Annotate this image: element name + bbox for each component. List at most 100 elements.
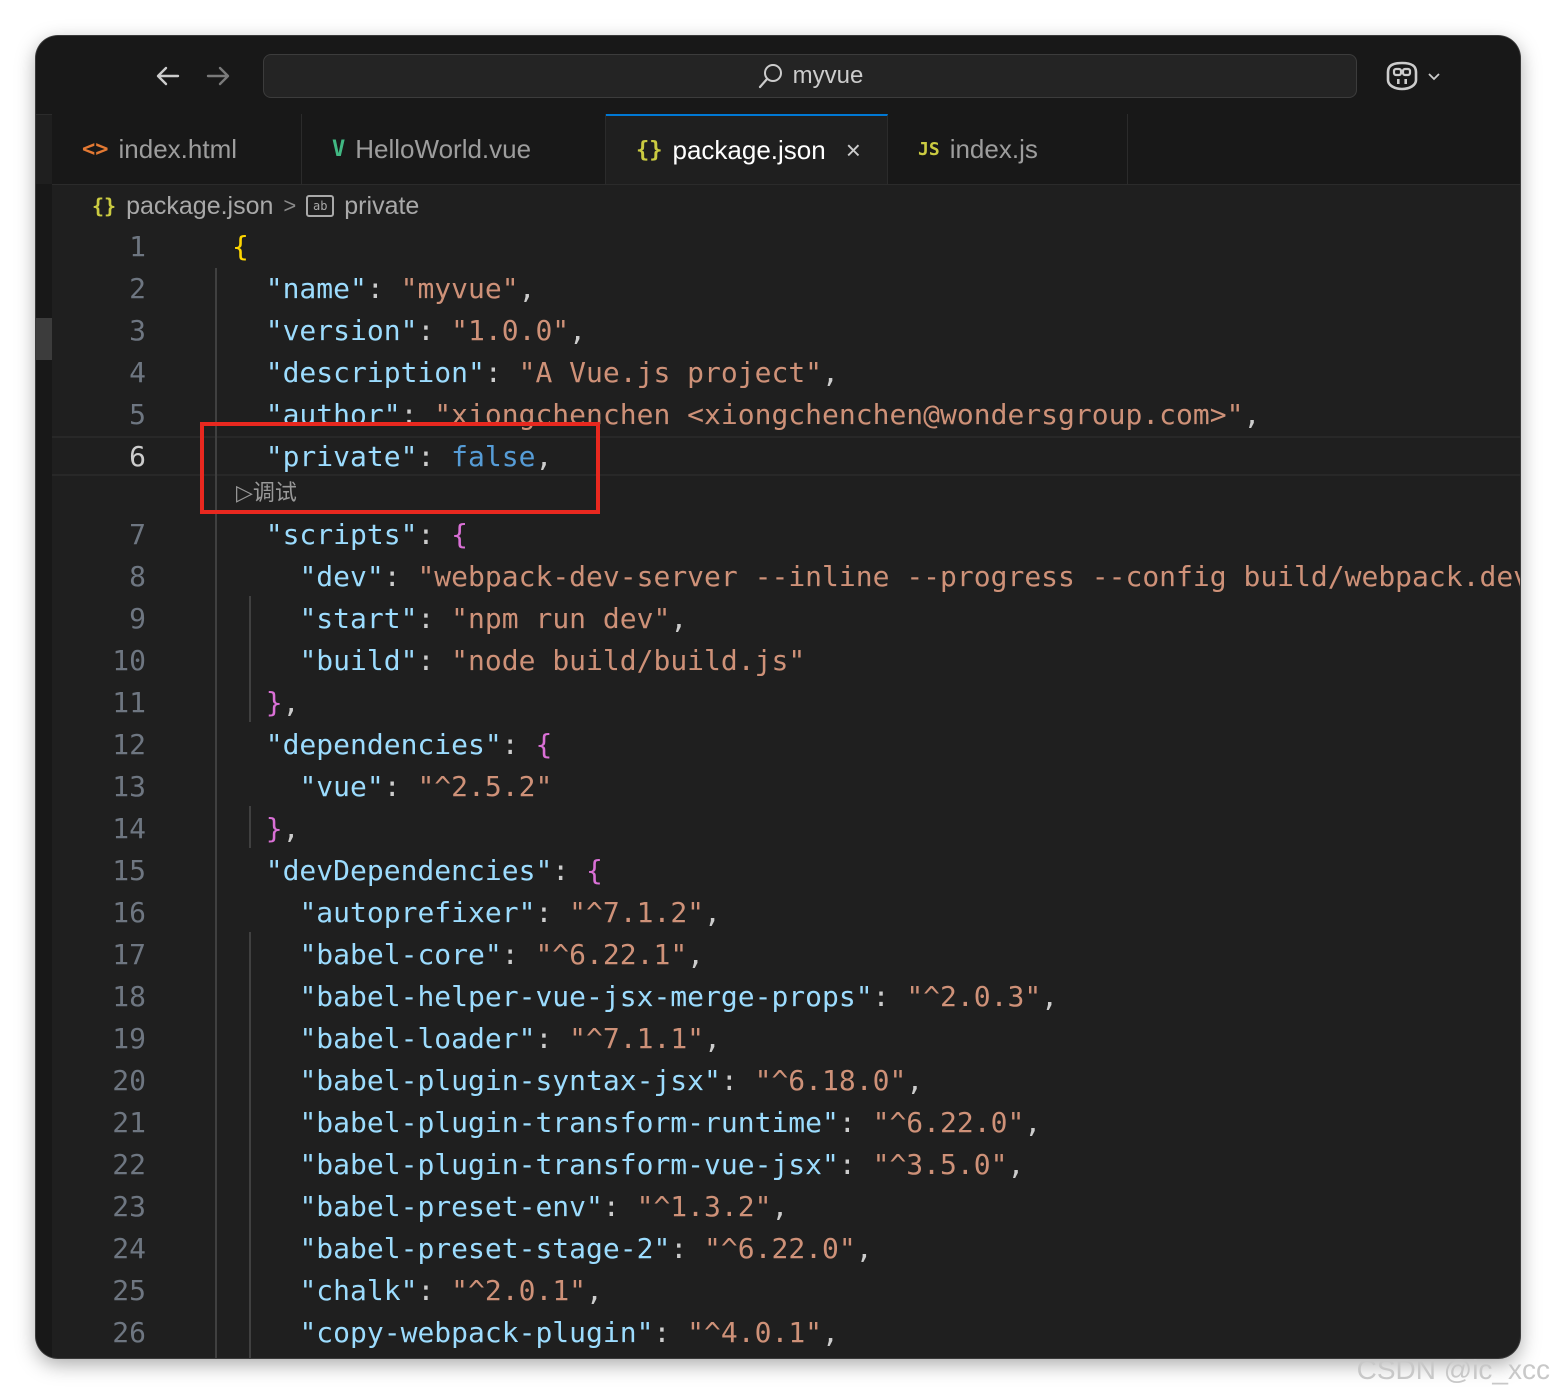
copilot-menu[interactable] bbox=[1382, 58, 1462, 94]
line-number: 25 bbox=[112, 1274, 146, 1307]
line-number: 24 bbox=[112, 1232, 146, 1265]
code-token: , bbox=[586, 1274, 603, 1307]
code-token: "name" bbox=[265, 272, 367, 305]
code-line[interactable]: 18 "babel-helper-vue-jsx-merge-props": "… bbox=[52, 976, 1520, 1018]
code-text: "scripts": { bbox=[232, 514, 468, 556]
breadcrumb-symbol[interactable]: private bbox=[344, 192, 419, 221]
code-line[interactable]: 1{ bbox=[52, 226, 1520, 268]
code-line[interactable]: 4 "description": "A Vue.js project", bbox=[52, 352, 1520, 394]
code-text: "chalk": "^2.0.1", bbox=[232, 1270, 603, 1312]
code-line[interactable]: 20 "babel-plugin-syntax-jsx": "^6.18.0", bbox=[52, 1060, 1520, 1102]
code-token: : bbox=[838, 1148, 873, 1181]
code-line[interactable]: 7 "scripts": { bbox=[52, 514, 1520, 556]
tab-package-json[interactable]: {} package.json × bbox=[606, 114, 888, 184]
code-line[interactable]: 17 "babel-core": "^6.22.1", bbox=[52, 934, 1520, 976]
code-token: "devDependencies" bbox=[265, 854, 553, 887]
chevron-down-icon bbox=[1428, 73, 1440, 81]
scroll-marker bbox=[36, 318, 52, 360]
title-bar: myvue bbox=[36, 36, 1520, 115]
code-token: { bbox=[232, 230, 249, 263]
line-number: 13 bbox=[112, 770, 146, 803]
code-line[interactable]: 11 }, bbox=[52, 682, 1520, 724]
search-text: myvue bbox=[792, 62, 864, 89]
code-token: , bbox=[282, 686, 300, 719]
code-token: : bbox=[383, 560, 418, 593]
arrow-left-icon[interactable] bbox=[152, 60, 184, 92]
code-token: , bbox=[771, 1190, 789, 1223]
code-line[interactable]: 15 "devDependencies": { bbox=[52, 850, 1520, 892]
code-text: "babel-preset-env": "^1.3.2", bbox=[232, 1186, 788, 1228]
tab-helloworld-vue[interactable]: V HelloWorld.vue bbox=[302, 114, 606, 184]
code-line[interactable]: 21 "babel-plugin-transform-runtime": "^6… bbox=[52, 1102, 1520, 1144]
code-line[interactable]: 2 "name": "myvue", bbox=[52, 268, 1520, 310]
code-token: "start" bbox=[299, 602, 418, 635]
json-file-icon: {} bbox=[636, 137, 663, 163]
line-number: 11 bbox=[112, 686, 146, 719]
code-token: , bbox=[1243, 398, 1261, 431]
command-center-search[interactable]: myvue bbox=[263, 54, 1357, 98]
code-line[interactable]: 10 "build": "node build/build.js" bbox=[52, 640, 1520, 682]
code-text: "babel-preset-stage-2": "^6.22.0", bbox=[232, 1228, 872, 1270]
code-line[interactable]: 23 "babel-preset-env": "^1.3.2", bbox=[52, 1186, 1520, 1228]
close-icon[interactable]: × bbox=[846, 135, 861, 166]
code-token: "dependencies" bbox=[265, 728, 502, 761]
code-token: "1.0.0" bbox=[451, 314, 570, 347]
code-token: : bbox=[417, 518, 452, 551]
code-line[interactable]: 8 "dev": "webpack-dev-server --inline --… bbox=[52, 556, 1520, 598]
code-text: { bbox=[232, 226, 249, 268]
code-token: , bbox=[822, 356, 839, 389]
code-text: "babel-helper-vue-jsx-merge-props": "^2.… bbox=[232, 976, 1058, 1018]
code-token: : bbox=[535, 896, 570, 929]
code-line[interactable]: 24 "babel-preset-stage-2": "^6.22.0", bbox=[52, 1228, 1520, 1270]
code-line[interactable]: 13 "vue": "^2.5.2" bbox=[52, 766, 1520, 808]
code-token: , bbox=[704, 1022, 721, 1055]
code-token: "description" bbox=[265, 356, 485, 389]
tab-index-js[interactable]: JS index.js bbox=[888, 114, 1128, 184]
tab-label: index.js bbox=[949, 133, 1038, 164]
code-line[interactable]: 14 }, bbox=[52, 808, 1520, 850]
code-text: "dev": "webpack-dev-server --inline --pr… bbox=[232, 556, 1520, 598]
code-line[interactable]: 19 "babel-loader": "^7.1.1", bbox=[52, 1018, 1520, 1060]
code-token: "babel-plugin-syntax-jsx" bbox=[299, 1064, 721, 1097]
code-token: "^6.22.0" bbox=[704, 1232, 856, 1265]
code-line[interactable]: 16 "autoprefixer": "^7.1.2", bbox=[52, 892, 1520, 934]
code-line[interactable]: 26 "copy-webpack-plugin": "^4.0.1", bbox=[52, 1312, 1520, 1354]
code-token: "chalk" bbox=[299, 1274, 418, 1307]
code-line[interactable]: 12 "dependencies": { bbox=[52, 724, 1520, 766]
code-line[interactable]: 22 "babel-plugin-transform-vue-jsx": "^3… bbox=[52, 1144, 1520, 1186]
code-token: , bbox=[282, 812, 300, 845]
code-token: } bbox=[265, 812, 283, 845]
line-number: 22 bbox=[112, 1148, 146, 1181]
code-text: "description": "A Vue.js project", bbox=[232, 352, 839, 394]
code-text: "devDependencies": { bbox=[232, 850, 603, 892]
tab-index-html[interactable]: <> index.html bbox=[52, 114, 302, 184]
line-number: 14 bbox=[112, 812, 146, 845]
arrow-right-icon[interactable] bbox=[202, 60, 234, 92]
editor-tab-bar: <> index.html V HelloWorld.vue {} packag… bbox=[52, 114, 1520, 185]
code-token: : bbox=[653, 1316, 688, 1349]
code-text: }, bbox=[232, 808, 300, 850]
breadcrumb-file[interactable]: package.json bbox=[126, 192, 273, 221]
code-token: : bbox=[838, 1106, 873, 1139]
code-line[interactable]: 3 "version": "1.0.0", bbox=[52, 310, 1520, 352]
code-token: "vue" bbox=[299, 770, 384, 803]
code-token: "^7.1.1" bbox=[569, 1022, 705, 1055]
code-token: : bbox=[383, 770, 418, 803]
code-text: "vue": "^2.5.2" bbox=[232, 766, 552, 808]
code-token: "babel-plugin-transform-vue-jsx" bbox=[299, 1148, 839, 1181]
code-token: { bbox=[451, 518, 469, 551]
line-number: 17 bbox=[112, 938, 146, 971]
code-line[interactable]: 25 "chalk": "^2.0.1", bbox=[52, 1270, 1520, 1312]
code-line[interactable]: 9 "start": "npm run dev", bbox=[52, 598, 1520, 640]
code-text: "babel-plugin-syntax-jsx": "^6.18.0", bbox=[232, 1060, 923, 1102]
code-editor[interactable]: ▷调试 1{2 "name": "myvue", 3 "version": "1.… bbox=[52, 226, 1520, 1358]
